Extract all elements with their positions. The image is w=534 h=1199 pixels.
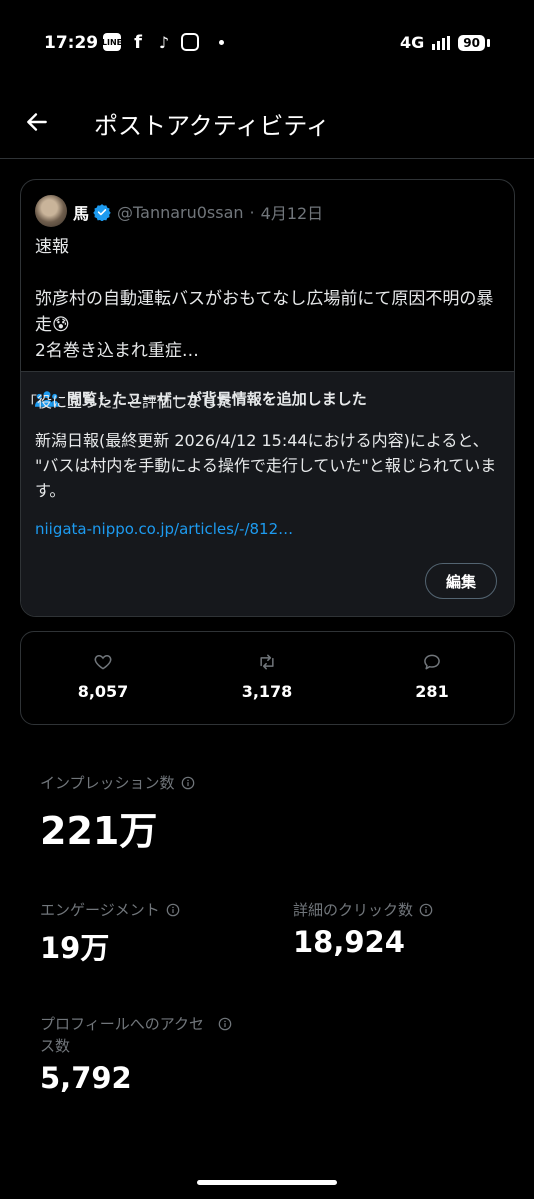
post-date: 4月12日 — [260, 204, 324, 223]
rating-status: 「役に立った」と評価しました — [22, 393, 233, 411]
author-handle: @Tannaru0ssan — [117, 202, 244, 222]
page-header: ポストアクティビティ — [0, 92, 534, 159]
author-name[interactable]: 馬 — [73, 200, 89, 224]
status-app-icons: LINE f ♪ — [102, 31, 224, 53]
repost-icon — [260, 654, 274, 670]
arrow-left-icon[interactable] — [24, 109, 50, 135]
line-app-icon: LINE — [102, 33, 122, 51]
reposts-stat[interactable]: 3,178 — [212, 652, 322, 701]
post-author-row: 馬 @Tannaru0ssan · 4月12日 — [73, 200, 323, 224]
detail-clicks-label-row: 詳細のクリック数 — [293, 899, 433, 921]
detail-clicks-metric: 詳細のクリック数 18,924 — [293, 899, 433, 959]
heart-icon — [94, 654, 112, 670]
home-indicator[interactable] — [197, 1180, 337, 1185]
engagements-value: 19万 — [40, 931, 110, 965]
impressions-metric: インプレッション数 221万 — [40, 772, 195, 855]
info-icon[interactable] — [181, 776, 195, 790]
profile-visits-value: 5,792 — [40, 1061, 132, 1095]
reposts-count: 3,178 — [241, 682, 293, 701]
engagements-label-row: エンゲージメント — [40, 899, 180, 921]
signal-strength-icon — [432, 35, 451, 50]
network-type: 4G — [400, 33, 425, 52]
reply-icon — [424, 654, 440, 670]
post-content[interactable]: 馬 @Tannaru0ssan · 4月12日 速報 弥彦村の自動運転バスがおも… — [21, 180, 514, 371]
community-note-text: 新潟日報(最終更新 2026/4/12 15:44における内容)によると、 "バ… — [35, 431, 497, 500]
profile-visits-label: プロフィールへのアクセス数 — [40, 1015, 204, 1055]
engagement-stats: 8,057 3,178 281 — [20, 631, 515, 725]
likes-count: 8,057 — [77, 682, 129, 701]
likes-stat[interactable]: 8,057 — [48, 652, 158, 701]
info-icon[interactable] — [218, 1017, 232, 1031]
info-icon[interactable] — [419, 903, 433, 917]
instagram-app-icon — [181, 33, 199, 51]
impressions-label-row: インプレッション数 — [40, 772, 195, 794]
verified-badge-icon — [93, 204, 111, 221]
info-icon[interactable] — [166, 903, 180, 917]
impressions-value: 221万 — [40, 809, 158, 853]
impressions-label: インプレッション数 — [40, 774, 175, 792]
battery-icon — [487, 38, 490, 47]
status-indicators: 4G 90 — [400, 33, 490, 52]
edit-rating-button[interactable]: 編集 — [425, 563, 497, 599]
notification-dot-icon — [219, 39, 224, 45]
separator-dot: · — [249, 202, 255, 222]
engagements-label: エンゲージメント — [40, 901, 160, 919]
replies-stat[interactable]: 281 — [377, 652, 487, 701]
facebook-app-icon: f — [134, 31, 142, 53]
status-time: 17:29 — [44, 33, 99, 53]
engagements-metric: エンゲージメント 19万 — [40, 899, 180, 967]
status-bar: 17:29 LINE f ♪ 4G 90 — [0, 0, 534, 90]
profile-visits-metric: プロフィールへのアクセス数 5,792 — [40, 1013, 240, 1095]
replies-count: 281 — [415, 682, 449, 701]
battery-level: 90 — [458, 34, 485, 51]
page-title: ポストアクティビティ — [94, 112, 330, 140]
post-text: 速報 弥彦村の自動運転バスがおもてなし広場前にて原因不明の暴走😰 2名巻き込まれ… — [35, 237, 494, 361]
community-note-link[interactable]: niigata-nippo.co.jp/articles/-/812… — [35, 520, 293, 538]
tiktok-app-icon: ♪ — [158, 32, 170, 52]
detail-clicks-value: 18,924 — [293, 925, 405, 959]
profile-visits-label-row: プロフィールへのアクセス数 — [40, 1013, 240, 1057]
detail-clicks-label: 詳細のクリック数 — [293, 901, 414, 919]
avatar[interactable] — [35, 195, 67, 227]
